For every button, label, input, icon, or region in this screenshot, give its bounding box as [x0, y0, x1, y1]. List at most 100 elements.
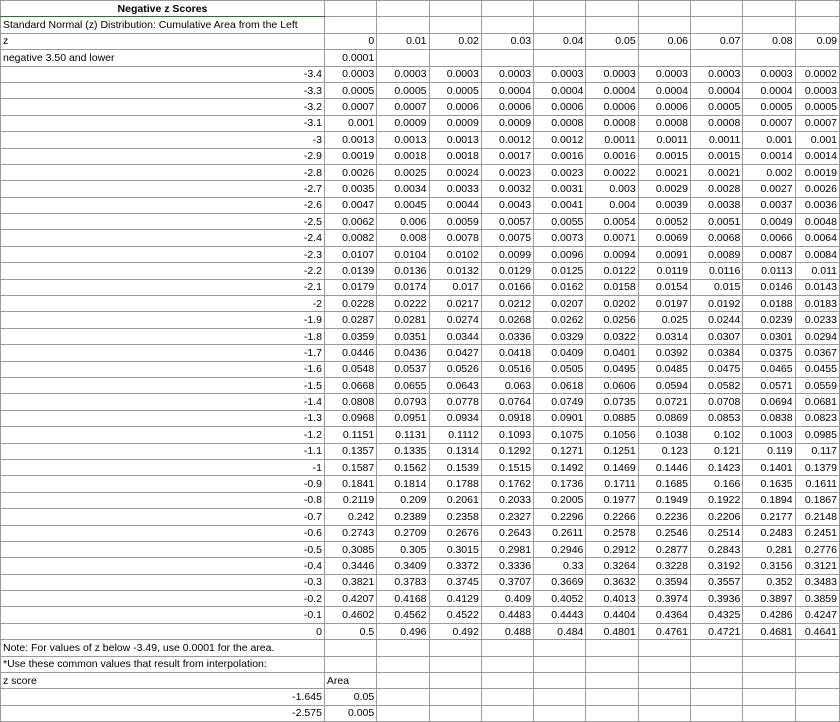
interp-z-value[interactable]: -2.575 [0, 704, 325, 722]
area-value-cell[interactable]: 0.0003 [428, 65, 482, 83]
empty-cell[interactable] [585, 672, 639, 690]
area-value-cell[interactable]: 0.1093 [480, 426, 535, 444]
area-value-cell[interactable]: 0.0485 [637, 360, 692, 378]
area-value-cell[interactable]: 0.0008 [637, 114, 692, 133]
area-value-cell[interactable]: 0.3446 [323, 557, 378, 575]
z-value-cell[interactable]: -3.4 [0, 65, 325, 83]
empty-cell[interactable] [585, 688, 639, 706]
empty-cell[interactable] [637, 16, 692, 34]
empty-cell[interactable] [533, 672, 587, 690]
area-value-cell[interactable]: 0.0427 [428, 344, 482, 362]
area-value-cell[interactable]: 0.4168 [376, 590, 430, 608]
area-value-cell[interactable]: 0.0281 [376, 311, 430, 329]
empty-cell[interactable] [637, 655, 692, 674]
area-value-cell[interactable]: 0.2709 [376, 524, 430, 542]
empty-cell[interactable] [533, 0, 587, 18]
area-value-cell[interactable]: 0.0188 [742, 295, 796, 313]
z-value-cell[interactable]: -2.3 [0, 245, 325, 264]
empty-cell[interactable] [428, 16, 482, 34]
area-value-cell[interactable]: 0.0012 [533, 131, 587, 149]
interp-area-value[interactable]: 0.005 [323, 704, 378, 722]
area-value-cell[interactable]: 0.0681 [794, 393, 840, 411]
area-value-cell[interactable]: 0.209 [376, 491, 430, 510]
area-value-cell[interactable]: 0.3669 [533, 573, 587, 592]
area-value-cell[interactable]: 0.2389 [376, 508, 430, 526]
area-value-cell[interactable]: 0.0192 [689, 295, 744, 313]
note-text[interactable]: *Use these common values that result fro… [0, 655, 325, 674]
area-value-cell[interactable]: 0.0212 [480, 295, 535, 313]
area-value-cell[interactable]: 0.3897 [742, 590, 796, 608]
area-value-cell[interactable]: 0.0125 [533, 262, 587, 280]
area-value-cell[interactable]: 0.0004 [533, 81, 587, 100]
area-value-cell[interactable]: 0.4443 [533, 606, 587, 624]
area-value-cell[interactable]: 0.305 [376, 540, 430, 559]
area-value-cell[interactable]: 0.121 [689, 442, 744, 460]
empty-cell[interactable] [480, 704, 535, 722]
area-value-cell[interactable]: 0.0003 [637, 65, 692, 83]
area-value-cell[interactable]: 0.4641 [794, 622, 840, 641]
area-value-cell[interactable]: 0.3015 [428, 540, 482, 559]
area-value-cell[interactable]: 0.0336 [480, 327, 535, 346]
area-value-cell[interactable]: 0.3783 [376, 573, 430, 592]
area-value-cell[interactable]: 0.0003 [689, 65, 744, 83]
z-value-cell[interactable]: -1.2 [0, 426, 325, 444]
empty-cell[interactable] [637, 0, 692, 18]
area-value-cell[interactable]: 0.0039 [637, 196, 692, 215]
empty-cell[interactable] [794, 655, 840, 674]
z-value-cell[interactable]: 0 [0, 622, 325, 641]
area-value-cell[interactable]: 0.0256 [585, 311, 639, 329]
empty-cell[interactable] [428, 639, 482, 657]
z-value-cell[interactable]: -3.2 [0, 98, 325, 116]
area-value-cell[interactable]: 0.2643 [480, 524, 535, 542]
area-value-cell[interactable]: 0.2296 [533, 508, 587, 526]
area-value-cell[interactable]: 0.1423 [689, 458, 744, 477]
area-value-cell[interactable]: 0.0007 [794, 114, 840, 133]
area-value-cell[interactable]: 0.0495 [585, 360, 639, 378]
area-value-cell[interactable]: 0.4247 [794, 606, 840, 624]
area-value-cell[interactable]: 0.1492 [533, 458, 587, 477]
area-value-cell[interactable]: 0.0307 [689, 327, 744, 346]
empty-cell[interactable] [637, 49, 692, 67]
area-value-cell[interactable]: 0.1814 [376, 475, 430, 493]
area-value-cell[interactable]: 0.0028 [689, 180, 744, 198]
area-value-cell[interactable]: 0.0013 [323, 131, 378, 149]
sheet-title[interactable]: Negative z Scores [0, 0, 325, 18]
area-value-cell[interactable]: 0.0071 [585, 229, 639, 247]
area-value-cell[interactable]: 0.0017 [480, 147, 535, 165]
z-value-cell[interactable]: -1.5 [0, 376, 325, 395]
area-value-cell[interactable]: 0.0013 [376, 131, 430, 149]
interp-area-label[interactable]: Area [323, 672, 378, 690]
area-value-cell[interactable]: 0.0154 [637, 278, 692, 297]
area-value-cell[interactable]: 0.1867 [794, 491, 840, 510]
area-value-cell[interactable]: 0.33 [533, 557, 587, 575]
area-value-cell[interactable]: 0.0038 [689, 196, 744, 215]
area-value-cell[interactable]: 0.0008 [533, 114, 587, 133]
empty-cell[interactable] [480, 672, 535, 690]
area-value-cell[interactable]: 0.0009 [480, 114, 535, 133]
interp-z-value[interactable]: -1.645 [0, 688, 325, 706]
area-value-cell[interactable]: 0.011 [794, 262, 840, 280]
area-value-cell[interactable]: 0.3821 [323, 573, 378, 592]
area-value-cell[interactable]: 0.0102 [428, 245, 482, 264]
area-value-cell[interactable]: 0.3372 [428, 557, 482, 575]
area-value-cell[interactable]: 0.0057 [480, 213, 535, 231]
area-value-cell[interactable]: 0.1112 [428, 426, 482, 444]
area-value-cell[interactable]: 0.409 [480, 590, 535, 608]
area-value-cell[interactable]: 0.0274 [428, 311, 482, 329]
area-value-cell[interactable]: 0.0026 [794, 180, 840, 198]
area-value-cell[interactable]: 0.0007 [323, 98, 378, 116]
column-header[interactable]: 0 [323, 32, 378, 51]
area-value-cell[interactable]: 0.3409 [376, 557, 430, 575]
area-value-cell[interactable]: 0.0749 [533, 393, 587, 411]
area-value-cell[interactable]: 0.0027 [742, 180, 796, 198]
empty-cell[interactable] [794, 688, 840, 706]
z-value-cell[interactable]: -1.1 [0, 442, 325, 460]
area-value-cell[interactable]: 0.1131 [376, 426, 430, 444]
empty-cell[interactable] [689, 688, 744, 706]
area-value-cell[interactable]: 0.2119 [323, 491, 378, 510]
area-value-cell[interactable]: 0.4602 [323, 606, 378, 624]
area-value-cell[interactable]: 0.0823 [794, 409, 840, 428]
area-value-cell[interactable]: 0.0035 [323, 180, 378, 198]
area-value-cell[interactable]: 0.3936 [689, 590, 744, 608]
z-value-cell[interactable]: -1.3 [0, 409, 325, 428]
